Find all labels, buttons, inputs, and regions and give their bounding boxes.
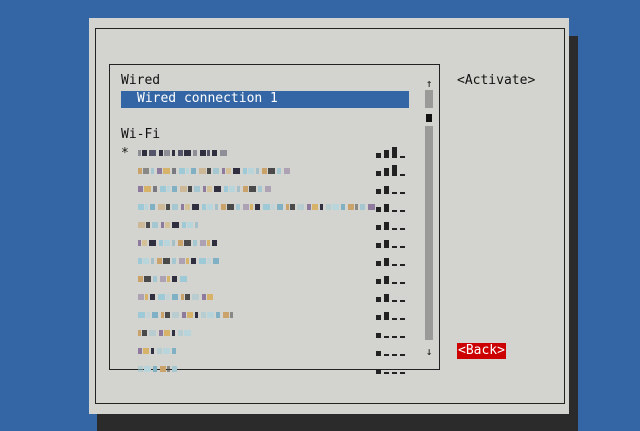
signal-bar bbox=[392, 147, 397, 158]
signal-bar bbox=[376, 333, 381, 338]
signal-bar bbox=[392, 372, 397, 374]
connection-list[interactable] bbox=[109, 64, 440, 370]
signal-bar bbox=[384, 354, 389, 356]
scroll-track-upper bbox=[425, 90, 433, 108]
wifi-network-ssid-obscured[interactable] bbox=[138, 238, 217, 248]
wifi-network-ssid-obscured[interactable] bbox=[138, 292, 213, 302]
signal-bar bbox=[400, 372, 405, 374]
wifi-network-ssid-obscured[interactable] bbox=[138, 220, 198, 230]
signal-bar bbox=[376, 297, 381, 302]
wired-section-header: Wired bbox=[121, 73, 161, 88]
signal-bar bbox=[400, 264, 405, 266]
active-connection-marker: * bbox=[121, 146, 129, 161]
signal-bar bbox=[384, 204, 389, 212]
signal-bar bbox=[376, 189, 381, 194]
wifi-signal-strength-icon bbox=[376, 146, 410, 160]
signal-bar bbox=[384, 372, 389, 374]
wifi-signal-strength-icon bbox=[376, 200, 410, 214]
wifi-signal-strength-icon bbox=[376, 362, 410, 376]
signal-bar bbox=[392, 336, 397, 338]
signal-bar bbox=[400, 354, 405, 356]
signal-bar bbox=[392, 264, 397, 266]
wifi-network-ssid-obscured[interactable] bbox=[138, 328, 191, 338]
wifi-signal-strength-icon bbox=[376, 272, 410, 286]
signal-bar bbox=[392, 246, 397, 248]
signal-bar bbox=[400, 246, 405, 248]
signal-bar bbox=[384, 240, 389, 248]
signal-bar bbox=[384, 222, 389, 230]
signal-bar bbox=[400, 210, 405, 212]
signal-bar bbox=[400, 192, 405, 194]
wifi-network-ssid-obscured[interactable] bbox=[138, 166, 290, 176]
signal-bar bbox=[400, 228, 405, 230]
signal-bar bbox=[376, 369, 381, 374]
signal-bar bbox=[400, 318, 405, 320]
list-scrollbar[interactable]: ↑ ↓ bbox=[424, 78, 434, 360]
scroll-down-arrow-icon[interactable]: ↓ bbox=[424, 346, 434, 358]
signal-bar bbox=[384, 294, 389, 302]
signal-bar bbox=[376, 351, 381, 356]
signal-bar bbox=[392, 210, 397, 212]
wifi-network-ssid-obscured[interactable] bbox=[138, 148, 227, 158]
signal-bar bbox=[400, 336, 405, 338]
signal-bar bbox=[376, 171, 381, 176]
wifi-signal-strength-icon bbox=[376, 290, 410, 304]
signal-bar bbox=[392, 282, 397, 284]
wifi-network-ssid-obscured[interactable] bbox=[138, 202, 375, 212]
wifi-signal-strength-icon bbox=[376, 182, 410, 196]
wifi-network-ssid-obscured[interactable] bbox=[138, 364, 177, 374]
signal-bar bbox=[384, 312, 389, 320]
activate-button[interactable]: <Activate> bbox=[457, 73, 535, 89]
scroll-thumb[interactable] bbox=[426, 114, 432, 122]
signal-bar bbox=[376, 243, 381, 248]
wired-connection-label: Wired connection 1 bbox=[137, 91, 278, 106]
back-button[interactable]: <Back> bbox=[457, 343, 506, 359]
signal-bar bbox=[376, 261, 381, 266]
wifi-signal-strength-icon bbox=[376, 308, 410, 322]
wifi-network-ssid-obscured[interactable] bbox=[138, 346, 178, 356]
signal-bar bbox=[376, 315, 381, 320]
wifi-signal-strength-icon bbox=[376, 236, 410, 250]
wifi-signal-strength-icon bbox=[376, 344, 410, 358]
signal-bar bbox=[384, 336, 389, 338]
scroll-up-arrow-icon[interactable]: ↑ bbox=[424, 78, 434, 90]
signal-bar bbox=[384, 168, 389, 176]
signal-bar bbox=[384, 276, 389, 284]
signal-bar bbox=[384, 150, 389, 158]
wifi-network-ssid-obscured[interactable] bbox=[138, 274, 187, 284]
signal-bar bbox=[400, 174, 405, 176]
signal-bar bbox=[384, 258, 389, 266]
signal-bar bbox=[400, 300, 405, 302]
signal-bar bbox=[392, 354, 397, 356]
wifi-section-header: Wi-Fi bbox=[121, 127, 161, 142]
signal-bar bbox=[392, 165, 397, 176]
scroll-track[interactable] bbox=[425, 126, 433, 340]
signal-bar bbox=[376, 279, 381, 284]
signal-bar bbox=[400, 156, 405, 158]
signal-bar bbox=[400, 282, 405, 284]
signal-bar bbox=[376, 225, 381, 230]
wifi-network-ssid-obscured[interactable] bbox=[138, 310, 233, 320]
wifi-network-ssid-obscured[interactable] bbox=[138, 256, 219, 266]
wifi-signal-strength-icon bbox=[376, 254, 410, 268]
wired-connection-item[interactable]: Wired connection 1 bbox=[121, 91, 409, 108]
wifi-signal-strength-icon bbox=[376, 326, 410, 340]
wifi-network-ssid-obscured[interactable] bbox=[138, 184, 271, 194]
signal-bar bbox=[392, 228, 397, 230]
signal-bar bbox=[392, 192, 397, 194]
signal-bar bbox=[376, 207, 381, 212]
wifi-signal-strength-icon bbox=[376, 164, 410, 178]
signal-bar bbox=[392, 300, 397, 302]
signal-bar bbox=[384, 186, 389, 194]
signal-bar bbox=[376, 153, 381, 158]
wifi-signal-strength-icon bbox=[376, 218, 410, 232]
signal-bar bbox=[392, 318, 397, 320]
